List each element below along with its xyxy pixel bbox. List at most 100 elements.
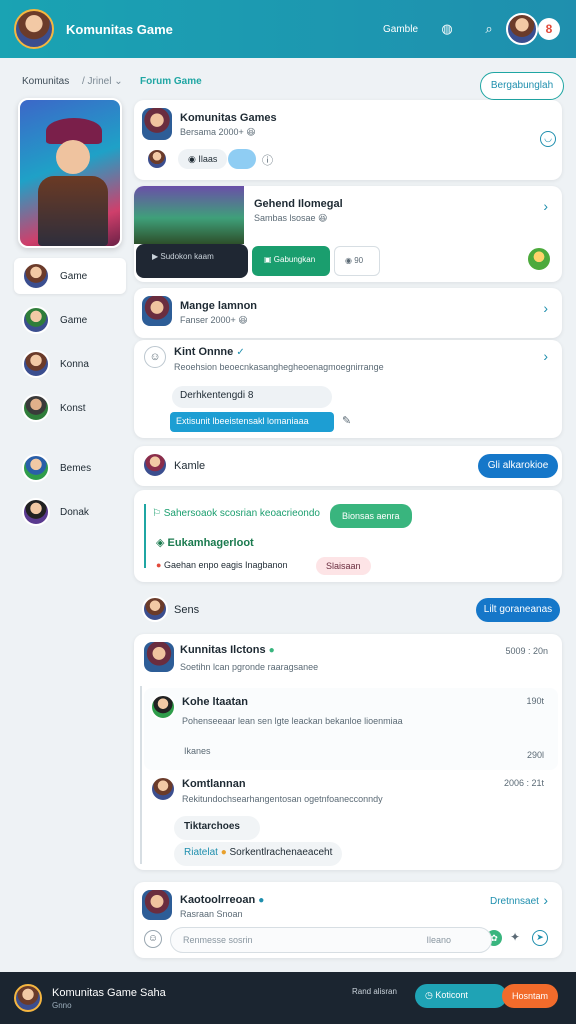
avatar [146,148,168,170]
emoji-picker-icon[interactable]: ☺ [144,930,162,948]
tab-forum-game[interactable]: Forum Game [140,76,202,87]
action-button[interactable]: Gli alkarokioe [478,454,558,478]
avatar[interactable] [526,246,552,272]
online-icon: ● [268,645,275,656]
globe-icon[interactable]: ◍ [438,20,456,38]
chevron-right-icon[interactable]: › [543,300,548,316]
avatar [142,296,172,326]
join-button[interactable]: Bergabunglah [480,72,564,100]
post-line: ◈ Eukamhagerloot [156,537,254,549]
sidebar: Game Game Konna Konst Bemes Donak [14,98,126,530]
tag-chip[interactable]: Slaisaan [316,557,371,575]
breadcrumb-dropdown[interactable]: / Jrinel ⌄ [82,76,123,87]
reply-item[interactable]: Komtlannan 2006 : 21t Rekitundochsearhan… [144,772,558,866]
composer-subtitle: Rasraan Snoan [180,909,243,919]
message-bubble: Derhkentengdi 8 [172,386,332,408]
smile-icon[interactable]: ☺ [144,346,166,368]
reaction-row: Riatelat ● Sorkentlrachenaeaceht [174,842,343,866]
join-game-button[interactable]: ▣ Gabungkan [252,246,330,276]
green-action-pill[interactable]: Bionsas aenra [330,504,412,528]
bottom-subtitle: Gnno [52,1000,72,1010]
card-subtitle: Fanser 2000+ 😆 [180,315,248,325]
shield-icon: ◈ [156,537,168,549]
teal-action-button[interactable]: ◷ Koticont [415,984,507,1008]
chat-card[interactable]: ☺ Kint Onnne ✓ Reoehsion beoecnkasangheg… [134,340,562,438]
timestamp: 190t [526,696,544,706]
chat-icon: ▣ [264,255,274,264]
timestamp: 2006 : 21t [503,778,544,788]
avatar [144,642,174,672]
viewer-count-button[interactable]: ◉ 90 [334,246,380,276]
character-armor [38,176,108,246]
thread-subtitle: Soetihn lcan pgronde raaragsanee [180,662,319,672]
avatar [150,776,176,802]
send-icon[interactable]: ➤ [532,930,548,946]
avatar [142,108,172,140]
user-name: Kamle [174,460,206,472]
game-card[interactable]: Mange lamnon Fanser 2000+ 😆 › [134,288,562,338]
chevron-right-icon[interactable]: › [543,348,548,364]
avatar [22,454,50,482]
avatar [142,452,168,478]
notification-badge[interactable]: 8 [538,18,560,40]
user-avatar[interactable] [506,13,538,45]
game-feature-card[interactable]: Gehend Ilomegal Sambas lsosae 😆 › ▶ Sudo… [134,186,562,282]
chevron-right-icon[interactable]: › [543,892,548,908]
reply-text: Pohenseeaar lean sen lgte leackan bekanl… [182,716,403,726]
game-icon[interactable]: ✦ [510,930,520,944]
top-app-bar: Komunitas Game Gamble ◍ ⌕ 8 [0,0,576,58]
reply-item[interactable]: Kohe ltaatan 190t Pohenseeaar lean sen l… [144,688,558,770]
action-button[interactable]: Lilt goraneanas [476,598,560,622]
message-input[interactable]: Renmesse sosrin Ileano [170,927,492,953]
game-banner-image[interactable] [134,186,244,244]
member-pill[interactable]: ◉ Ilaas [178,149,228,169]
eye-icon: ◉ [345,256,355,265]
avatar [22,262,50,290]
sidebar-item-bemes[interactable]: Bemes [14,450,126,486]
avatar [142,890,172,920]
top-nav-link[interactable]: Gamble [383,24,418,35]
sidebar-item-game[interactable]: Game [14,258,126,294]
status-pill[interactable] [228,149,256,169]
flame-icon: ● [156,560,164,570]
input-placeholder: Renmesse sosrin [183,935,253,945]
thread-card[interactable]: Kunnitas Ilctons ● 5009 : 20n Soetihn lc… [134,634,562,870]
bottom-status: Rand alisran [352,987,397,996]
info-icon[interactable]: ⓘ [262,152,273,168]
orange-action-button[interactable]: Hosntam [502,984,558,1008]
reply-author: Komtlannan [182,778,246,790]
user-name: Sens [174,604,200,616]
user-row[interactable]: Kamle Gli alkarokioe [134,446,562,486]
sidebar-item-donak[interactable]: Donak [14,494,126,530]
sidebar-item-game-2[interactable]: Game [14,302,126,338]
highlight-banner[interactable]: Extisunit lbeeistensakl lomaniaaa [170,412,334,432]
timestamp: 5009 : 20n [505,646,548,656]
avatar [22,498,50,526]
reply-text: Rekitundochsearhangentosan ogetnfoanecco… [182,794,383,804]
sidebar-item-konna[interactable]: Konna [14,346,126,382]
refresh-icon[interactable]: ◡ [540,131,556,147]
timestamp: 290l [526,750,544,760]
avatar [150,694,176,720]
clock-icon: ◷ [425,990,436,1000]
avatar [22,350,50,378]
search-icon[interactable]: ⌕ [480,20,498,38]
app-logo-avatar[interactable] [14,9,54,49]
composer-link[interactable]: Dretnnsaet [490,896,539,907]
breadcrumb[interactable]: Komunitas [22,76,69,87]
post-line: ● Gaehan enpo eagis Inagbanon [156,560,288,570]
tag-icon: ⚐ [152,508,164,519]
reply-footer: Ikanes [184,746,211,756]
video-preview-button[interactable]: ▶ Sudokon kaam [136,244,248,278]
character-face [56,140,90,174]
sidebar-item-konst[interactable]: Konst [14,390,126,426]
user-row[interactable]: Sens Lilt goraneanas [134,590,562,630]
community-card[interactable]: Komunitas Games Bersama 2000+ 😆 ◉ Ilaas … [134,100,562,180]
reply-author: Kohe ltaatan [182,696,249,708]
chevron-right-icon[interactable]: › [543,198,548,214]
edit-icon[interactable]: ✎ [342,414,351,427]
featured-character-image[interactable] [18,98,122,248]
sidebar-item-label: Game [60,314,88,326]
app-logo-avatar[interactable] [14,984,42,1012]
post-card[interactable]: ⚐ Sahersoaok scosrian keoacrieondo Bions… [134,490,562,582]
